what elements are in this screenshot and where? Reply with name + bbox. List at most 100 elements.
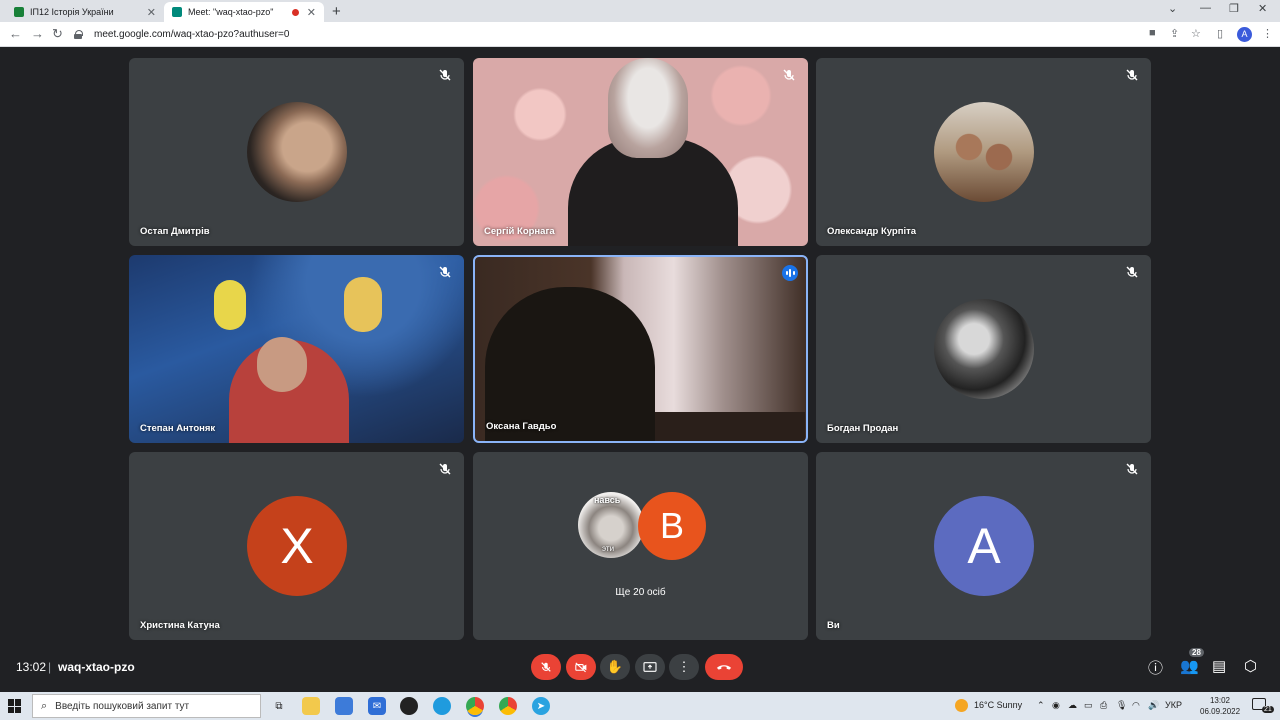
- people-icon[interactable]: 👥: [1180, 657, 1199, 675]
- participant-name: Остап Дмитрів: [140, 226, 210, 237]
- store-icon[interactable]: [335, 697, 353, 715]
- camera-toggle-button[interactable]: [566, 654, 596, 680]
- tab-history[interactable]: ІП12 Історія України ✕: [6, 2, 164, 22]
- search-icon: ⌕: [41, 699, 48, 712]
- video-feed-person: [485, 287, 655, 441]
- meet-favicon-icon: [172, 7, 182, 17]
- drive-icon[interactable]: ⎙: [1100, 700, 1107, 711]
- meeting-time: 13:02: [16, 660, 47, 674]
- tab-search-icon[interactable]: ⌄: [1168, 2, 1177, 15]
- minimize-button[interactable]: —: [1200, 2, 1211, 14]
- taskbar-search[interactable]: ⌕ Введіть пошуковий запит тут: [32, 694, 261, 718]
- url-text: meet.google.com/waq-xtao-pzo?authuser=0: [94, 29, 290, 40]
- participant-tile-self[interactable]: A Ви: [816, 452, 1151, 640]
- avatar: [247, 102, 347, 202]
- search-placeholder: Введіть пошуковий запит тут: [55, 700, 190, 712]
- video-feed-head: [257, 337, 307, 392]
- close-tab-icon[interactable]: ✕: [147, 6, 156, 19]
- new-tab-button[interactable]: +: [332, 3, 341, 20]
- task-view-icon[interactable]: ⧉: [270, 697, 288, 715]
- mic-off-icon: [1126, 463, 1138, 475]
- tab-meet[interactable]: Meet: "waq-xtao-pzo" ✕: [164, 2, 324, 22]
- participant-tile[interactable]: Богдан Продан: [816, 255, 1151, 443]
- tab-title: ІП12 Історія України: [30, 7, 114, 17]
- weather-text[interactable]: 16°C Sunny: [974, 700, 1022, 710]
- hand-icon: ✋: [606, 659, 624, 674]
- side-panel-icon[interactable]: ▯: [1217, 27, 1223, 40]
- clock-date: 06.09.2022: [1200, 707, 1241, 716]
- mail-icon[interactable]: ✉: [368, 697, 386, 715]
- activities-icon[interactable]: ⬡: [1244, 657, 1257, 675]
- meeting-info-icon[interactable]: ⓘ: [1148, 657, 1163, 678]
- browser-tab-bar: ІП12 Історія України ✕ Meet: "waq-xtao-p…: [0, 0, 1280, 22]
- participant-tile[interactable]: Олександр Курпіта: [816, 58, 1151, 246]
- volume-icon[interactable]: 🔊: [1148, 700, 1159, 711]
- speaking-indicator-icon: [782, 265, 798, 281]
- microphone-icon[interactable]: 🎙: [1116, 700, 1127, 711]
- participant-name: Христина Катуна: [140, 620, 220, 631]
- mic-off-icon: [1126, 69, 1138, 81]
- camera-indicator-icon[interactable]: ■: [1149, 27, 1156, 39]
- participant-name: Олександр Курпіта: [827, 226, 917, 237]
- edge-icon[interactable]: [433, 697, 451, 715]
- url-field[interactable]: meet.google.com/waq-xtao-pzo?authuser=0: [74, 25, 1134, 44]
- address-bar: ← → ↻ meet.google.com/waq-xtao-pzo?authu…: [0, 22, 1280, 47]
- maximize-button[interactable]: ❐: [1229, 2, 1239, 15]
- classroom-favicon-icon: [14, 7, 24, 17]
- share-icon[interactable]: ⇪: [1170, 27, 1179, 40]
- participant-tile[interactable]: Х Христина Катуна: [129, 452, 464, 640]
- chat-icon[interactable]: ▤: [1212, 657, 1226, 675]
- language-indicator[interactable]: УКР: [1165, 700, 1182, 710]
- telegram-icon[interactable]: ➤: [532, 697, 550, 715]
- weather-icon: [955, 699, 968, 712]
- wifi-icon[interactable]: ◠: [1132, 700, 1140, 711]
- chrome-icon[interactable]: [466, 697, 484, 715]
- mic-off-icon: [439, 69, 451, 81]
- bookmark-star-icon[interactable]: ☆: [1191, 27, 1201, 40]
- mic-off-icon: [541, 662, 551, 672]
- raise-hand-button[interactable]: ✋: [600, 654, 630, 680]
- mic-toggle-button[interactable]: [531, 654, 561, 680]
- participant-tile[interactable]: Степан Антоняк: [129, 255, 464, 443]
- present-icon: [643, 662, 657, 672]
- participant-name: Ви: [827, 620, 840, 631]
- others-tile[interactable]: навсь эти В Ще 20 осіб: [473, 452, 808, 640]
- leave-call-button[interactable]: [705, 654, 743, 680]
- divider: |: [48, 660, 52, 674]
- close-window-button[interactable]: ✕: [1258, 2, 1267, 15]
- present-screen-button[interactable]: [635, 654, 665, 680]
- profile-avatar[interactable]: A: [1237, 27, 1252, 42]
- participant-name: Оксана Гавдьо: [486, 421, 557, 432]
- dell-icon[interactable]: [400, 697, 418, 715]
- video-feed-desk: [655, 412, 805, 441]
- forward-button[interactable]: →: [31, 26, 44, 41]
- participants-count-badge: 28: [1189, 648, 1204, 657]
- mic-off-icon: [439, 266, 451, 278]
- mic-off-icon: [783, 69, 795, 81]
- file-explorer-icon[interactable]: [302, 697, 320, 715]
- chrome-icon[interactable]: [499, 697, 517, 715]
- participant-name: Степан Антоняк: [140, 423, 216, 434]
- reload-button[interactable]: ↻: [52, 26, 63, 42]
- participant-tile[interactable]: Остап Дмитрів: [129, 58, 464, 246]
- more-options-button[interactable]: ⋮: [669, 654, 699, 680]
- mic-off-icon: [439, 463, 451, 475]
- more-vert-icon: ⋮: [677, 659, 691, 674]
- close-tab-icon[interactable]: ✕: [307, 6, 316, 19]
- avatar: [934, 299, 1034, 399]
- record-icon[interactable]: ◉: [1052, 700, 1060, 711]
- start-button[interactable]: [8, 699, 22, 713]
- camera-off-icon: [574, 662, 586, 673]
- participant-tile-speaking[interactable]: Оксана Гавдьо: [473, 255, 808, 443]
- show-hidden-icons[interactable]: ⌃: [1037, 700, 1045, 711]
- menu-icon[interactable]: ⋮: [1262, 27, 1273, 40]
- avatar-letter: A: [934, 496, 1034, 596]
- participant-tile[interactable]: Сергій Корнага: [473, 58, 808, 246]
- taskbar-clock[interactable]: 13:02 06.09.2022: [1200, 695, 1240, 717]
- hang-up-icon: [716, 665, 732, 670]
- avatar-letter: Х: [247, 496, 347, 596]
- battery-icon[interactable]: ▭: [1084, 700, 1093, 711]
- clock-time: 13:02: [1209, 696, 1231, 705]
- cloud-icon[interactable]: ☁: [1068, 700, 1077, 711]
- back-button[interactable]: ←: [9, 26, 22, 41]
